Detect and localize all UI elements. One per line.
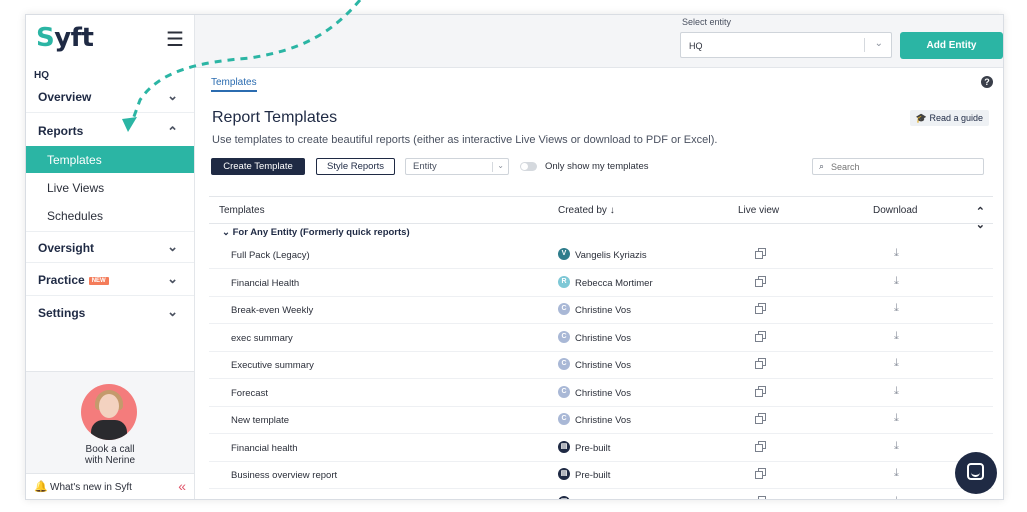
arrow-head xyxy=(122,117,137,132)
annotation-arrow xyxy=(122,0,362,132)
chat-launcher-button[interactable] xyxy=(955,452,997,494)
dashed-arrow-path xyxy=(130,0,362,123)
